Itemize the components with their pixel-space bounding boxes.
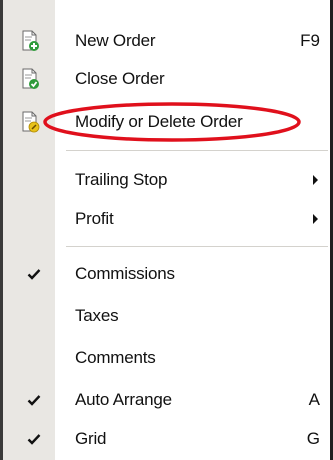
menu-item-label: Taxes [75,306,119,325]
submenu-arrow-icon [313,214,318,224]
menu-item-close-order[interactable]: Close Order [3,61,330,97]
menu-item-taxes[interactable]: Taxes [3,298,330,334]
close-order-icon [22,68,39,89]
menu-item-label: Grid [75,429,107,448]
menu-item-label: Auto Arrange [75,390,172,409]
menu-item-label: Comments [75,348,156,367]
menu-item-label: Close Order [75,69,165,88]
menu-item-label: Trailing Stop [75,170,168,189]
new-order-icon [22,30,39,51]
menu-item-comments[interactable]: Comments [3,340,330,376]
menu-item-modify-delete-order[interactable]: Modify or Delete Order [3,104,330,140]
menu-item-new-order[interactable]: New Order F9 [3,23,330,59]
menu-item-shortcut: G [306,429,320,448]
menu-item-profit[interactable]: Profit [3,201,330,237]
menu-item-commissions[interactable]: Commissions [3,256,330,292]
context-menu: New Order F9 Close Order Modify or Delet… [0,0,333,460]
menu-item-label: Commissions [75,264,175,283]
submenu-arrow-icon [313,175,318,185]
menu-item-auto-arrange[interactable]: Auto Arrange A [3,382,330,418]
menu-item-label: Modify or Delete Order [75,112,243,131]
menu-item-label: New Order [75,31,156,50]
menu-item-grid[interactable]: Grid G [3,421,330,457]
menu-separator [66,246,328,247]
menu-item-shortcut: A [308,390,320,409]
checkmark-icon [27,269,41,280]
checkmark-icon [27,434,41,445]
menu-separator [66,150,328,151]
checkmark-icon [27,395,41,406]
menu-item-trailing-stop[interactable]: Trailing Stop [3,162,330,198]
modify-order-icon [22,111,40,133]
menu-item-shortcut: F9 [300,31,320,50]
menu-item-label: Profit [75,209,114,228]
